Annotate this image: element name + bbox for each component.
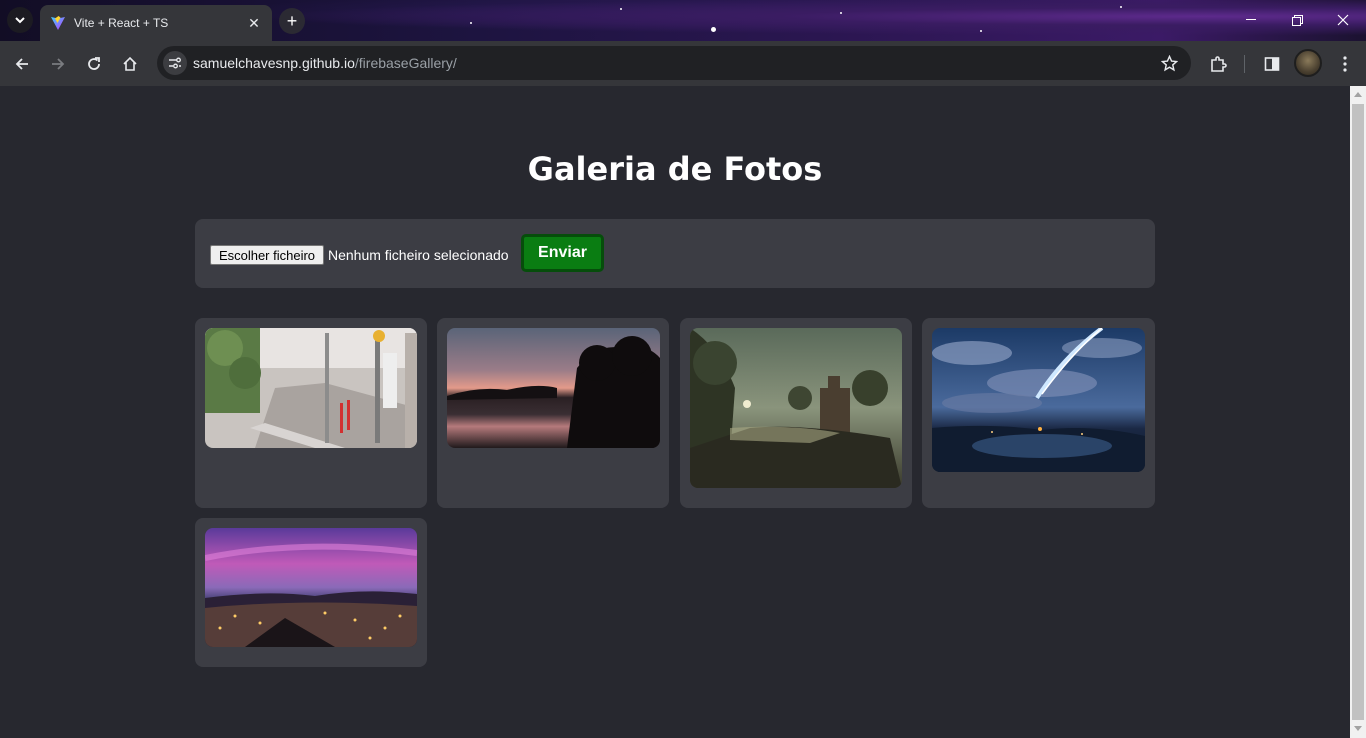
toolbar-divider bbox=[1244, 55, 1245, 73]
page-title: Galeria de Fotos bbox=[527, 150, 823, 188]
scroll-up-arrow-icon[interactable] bbox=[1354, 92, 1362, 97]
scroll-down-arrow-icon[interactable] bbox=[1354, 726, 1362, 731]
tune-icon bbox=[169, 57, 181, 69]
chevron-down-icon bbox=[15, 16, 25, 23]
plus-icon: + bbox=[286, 10, 298, 31]
side-panel-icon bbox=[1264, 57, 1280, 71]
reload-button[interactable] bbox=[79, 49, 109, 79]
url-path: /firebaseGallery/ bbox=[354, 55, 457, 71]
photo-image bbox=[205, 328, 417, 448]
browser-toolbar: samuelchavesnp.github.io/firebaseGallery… bbox=[0, 41, 1366, 86]
minimize-icon bbox=[1246, 19, 1256, 20]
photo-image bbox=[690, 328, 902, 488]
photo-image bbox=[205, 528, 417, 647]
photo-card[interactable] bbox=[195, 318, 427, 508]
arrow-right-icon bbox=[52, 58, 65, 70]
home-button[interactable] bbox=[115, 49, 145, 79]
star-decoration bbox=[980, 30, 982, 32]
side-panel-button[interactable] bbox=[1257, 49, 1287, 79]
menu-button[interactable] bbox=[1330, 49, 1360, 79]
back-button[interactable] bbox=[7, 49, 37, 79]
url-text: samuelchavesnp.github.io/firebaseGallery… bbox=[193, 55, 457, 71]
new-tab-button[interactable]: + bbox=[279, 8, 305, 34]
photo-card[interactable] bbox=[680, 318, 912, 508]
photo-card[interactable] bbox=[195, 518, 427, 667]
page-scrollbar[interactable] bbox=[1350, 86, 1366, 738]
extensions-button[interactable] bbox=[1203, 49, 1233, 79]
star-decoration bbox=[840, 12, 842, 14]
photo-card[interactable] bbox=[437, 318, 669, 508]
puzzle-icon bbox=[1211, 56, 1227, 72]
page-content: Galeria de Fotos Escolher ficheiro Nenhu… bbox=[0, 86, 1350, 738]
tab-search-button[interactable] bbox=[7, 7, 33, 33]
reload-icon bbox=[88, 57, 100, 70]
url-host: samuelchavesnp.github.io bbox=[193, 55, 355, 71]
star-decoration bbox=[470, 22, 472, 24]
arrow-left-icon bbox=[15, 58, 28, 70]
upload-form: Escolher ficheiro Nenhum ficheiro seleci… bbox=[195, 219, 1155, 288]
address-bar[interactable]: samuelchavesnp.github.io/firebaseGallery… bbox=[157, 46, 1191, 80]
photo-card[interactable] bbox=[922, 318, 1155, 508]
close-icon[interactable]: ✕ bbox=[246, 15, 262, 32]
photo-image bbox=[447, 328, 660, 448]
star-decoration bbox=[620, 8, 622, 10]
send-button[interactable]: Enviar bbox=[521, 234, 604, 272]
more-vert-icon bbox=[1343, 56, 1347, 72]
restore-icon bbox=[1291, 14, 1303, 26]
browser-titlebar: Vite + React + TS ✕ + bbox=[0, 0, 1366, 41]
photo-image bbox=[932, 328, 1145, 472]
tab-title: Vite + React + TS bbox=[74, 16, 169, 30]
restore-button[interactable] bbox=[1274, 0, 1320, 40]
star-decoration bbox=[1120, 6, 1122, 8]
star-decoration bbox=[711, 27, 716, 32]
choose-file-button[interactable]: Escolher ficheiro bbox=[210, 245, 324, 265]
close-window-button[interactable] bbox=[1320, 0, 1366, 40]
vite-logo-icon bbox=[51, 16, 65, 30]
scrollbar-thumb[interactable] bbox=[1352, 104, 1364, 720]
home-icon bbox=[123, 56, 137, 71]
forward-button[interactable] bbox=[43, 49, 73, 79]
browser-tab[interactable]: Vite + React + TS ✕ bbox=[40, 5, 272, 41]
minimize-button[interactable] bbox=[1228, 0, 1274, 40]
star-icon bbox=[1160, 54, 1178, 71]
profile-avatar[interactable] bbox=[1294, 49, 1322, 77]
file-status-text: Nenhum ficheiro selecionado bbox=[328, 247, 509, 263]
close-icon bbox=[1337, 14, 1349, 26]
bookmark-button[interactable] bbox=[1159, 53, 1179, 73]
site-info-button[interactable] bbox=[163, 51, 187, 75]
